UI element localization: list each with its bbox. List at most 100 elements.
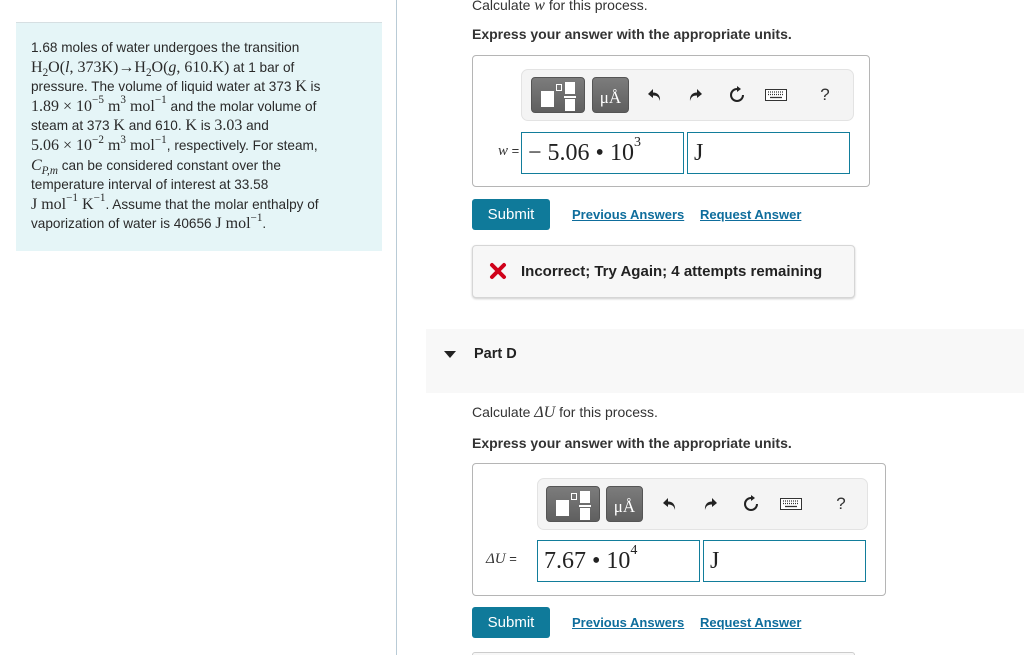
- keyboard-button[interactable]: [778, 491, 804, 517]
- help-icon: ?: [820, 85, 830, 104]
- problem-statement: 1.68 moles of water undergoes the transi…: [16, 22, 382, 251]
- problem-line-8: temperature interval of interest at 33.5…: [31, 175, 372, 195]
- part-c-submit-button[interactable]: Submit: [472, 199, 550, 230]
- part-d-request-answer-link[interactable]: Request Answer: [700, 615, 801, 630]
- part-c-answer-box: μÅ ? w = − 5.06 • 103 J: [472, 55, 870, 187]
- templates-button[interactable]: [546, 486, 600, 522]
- unit-kelvin: K: [113, 117, 125, 135]
- problem-line-10: vaporization of water is 40656 J mol−1.: [31, 211, 372, 234]
- problem-text: and the molar volume of: [166, 98, 317, 114]
- unit-kelvin: K: [185, 117, 197, 135]
- redo-button[interactable]: [697, 491, 723, 517]
- problem-text: .: [262, 216, 267, 232]
- steam-volume-2: 5.06 × 10−2 m3 mol−1: [31, 133, 167, 154]
- undo-icon: [663, 498, 676, 510]
- unit-kelvin: K: [295, 78, 307, 96]
- reset-icon: [744, 495, 758, 511]
- part-d-value-input[interactable]: 7.67 • 104: [537, 540, 700, 582]
- liquid-volume-value: 1.89 × 10−5 m3 mol−1: [31, 95, 167, 115]
- part-c-instruction: Express your answer with the appropriate…: [472, 26, 792, 42]
- unit-mol-exponent: −1: [250, 211, 263, 224]
- templates-button[interactable]: [531, 77, 585, 113]
- question-variable: ΔU: [534, 404, 556, 421]
- question-text: for this process.: [544, 0, 648, 13]
- value-mantissa: − 5.06 • 10: [528, 140, 634, 166]
- part-c-question: Calculate w for this process.: [472, 0, 648, 15]
- undo-icon: [648, 89, 661, 101]
- part-c-previous-answers-link[interactable]: Previous Answers: [572, 207, 684, 222]
- units-button[interactable]: μÅ: [606, 486, 643, 522]
- steam-volume-2-exponent: −2: [92, 133, 104, 146]
- help-button[interactable]: ?: [812, 82, 838, 108]
- problem-text: is: [196, 118, 215, 134]
- cp-subscript: P,m: [41, 164, 58, 177]
- steam-volume-2-mantissa: 5.06 × 10: [31, 136, 93, 154]
- part-c-variable-label: w =: [498, 143, 519, 160]
- unit-m-exponent: 3: [120, 133, 126, 146]
- part-d-submit-button[interactable]: Submit: [472, 607, 550, 638]
- part-d-question: Calculate ΔU for this process.: [472, 404, 658, 422]
- undo-button[interactable]: [657, 491, 683, 517]
- problem-line-1: 1.68 moles of water undergoes the transi…: [31, 38, 372, 58]
- part-d-instruction: Express your answer with the appropriate…: [472, 435, 792, 451]
- problem-text: vaporization of water is 40656: [31, 216, 216, 232]
- unit-mol: mol: [37, 195, 67, 213]
- redo-button[interactable]: [682, 82, 708, 108]
- unit-mol: mol: [221, 215, 251, 233]
- units-icon: μÅ: [599, 88, 622, 107]
- undo-button[interactable]: [642, 82, 668, 108]
- unit-mol-exponent: −1: [154, 133, 167, 146]
- problem-text: temperature interval of interest at 33.5…: [31, 177, 269, 193]
- problem-line-5: steam at 373 K and 610. K is 3.03 and: [31, 116, 372, 136]
- part-d-header[interactable]: Part D: [426, 329, 1024, 393]
- part-c-units-input[interactable]: J: [687, 132, 850, 174]
- question-variable: w: [534, 0, 545, 14]
- unit-mol-exponent: −1: [154, 94, 167, 107]
- value-exponent: 4: [630, 543, 638, 559]
- reset-button[interactable]: [724, 82, 750, 108]
- unit-m-exponent: 3: [120, 94, 126, 107]
- part-d-variable-label: ΔU =: [486, 551, 517, 568]
- problem-text: at 1 bar of: [229, 59, 295, 75]
- units-value: J: [694, 140, 704, 166]
- steam-volume-1: 3.03: [214, 117, 243, 135]
- problem-line-4: 1.89 × 10−5 m3 mol−1 and the molar volum…: [31, 95, 372, 117]
- column-divider: [396, 0, 397, 655]
- question-text: Calculate: [472, 404, 535, 420]
- keyboard-button[interactable]: [763, 82, 789, 108]
- unit-mol-exponent: −1: [66, 192, 79, 205]
- help-button[interactable]: ?: [828, 491, 854, 517]
- help-icon: ?: [836, 494, 846, 513]
- cp-symbol: CP,m: [31, 156, 58, 177]
- variable-symbol: w: [498, 143, 509, 159]
- unit-m: m: [103, 97, 121, 115]
- reset-icon: [730, 86, 744, 102]
- part-c-value-input[interactable]: − 5.06 • 103: [521, 132, 684, 174]
- reset-button[interactable]: [738, 491, 764, 517]
- part-d-units-input[interactable]: J: [703, 540, 866, 582]
- problem-text: steam at 373: [31, 118, 114, 134]
- unit-kelvin: K: [82, 195, 94, 213]
- problem-text: . Assume that the molar enthalpy of: [105, 196, 319, 212]
- problem-text: pressure. The volume of liquid water at …: [31, 79, 296, 95]
- value-mantissa: 7.67 • 10: [544, 548, 631, 574]
- units-icon: μÅ: [613, 497, 636, 516]
- part-d-previous-answers-link[interactable]: Previous Answers: [572, 615, 684, 630]
- cp-letter: C: [31, 156, 42, 174]
- part-d-math-toolbar: μÅ ?: [537, 478, 868, 530]
- problem-text: and 610.: [124, 118, 186, 134]
- enthalpy-unit: J mol−1: [215, 211, 263, 233]
- units-value: J: [710, 548, 720, 574]
- liquid-volume-exponent: −5: [92, 94, 104, 107]
- part-c-math-toolbar: μÅ ?: [521, 69, 854, 121]
- units-button[interactable]: μÅ: [592, 77, 629, 113]
- reaction-equation: H2O(l, 373K)→H2O(g, 610.K): [31, 58, 230, 79]
- unit-kelvin-exponent: −1: [93, 192, 106, 205]
- variable-symbol: ΔU: [486, 551, 506, 567]
- keyboard-icon: [765, 89, 787, 101]
- part-c-request-answer-link[interactable]: Request Answer: [700, 207, 801, 222]
- problem-text: , respectively. For steam,: [166, 137, 318, 153]
- question-text: Calculate: [472, 0, 535, 13]
- redo-icon: [704, 498, 717, 510]
- value-exponent: 3: [633, 135, 641, 151]
